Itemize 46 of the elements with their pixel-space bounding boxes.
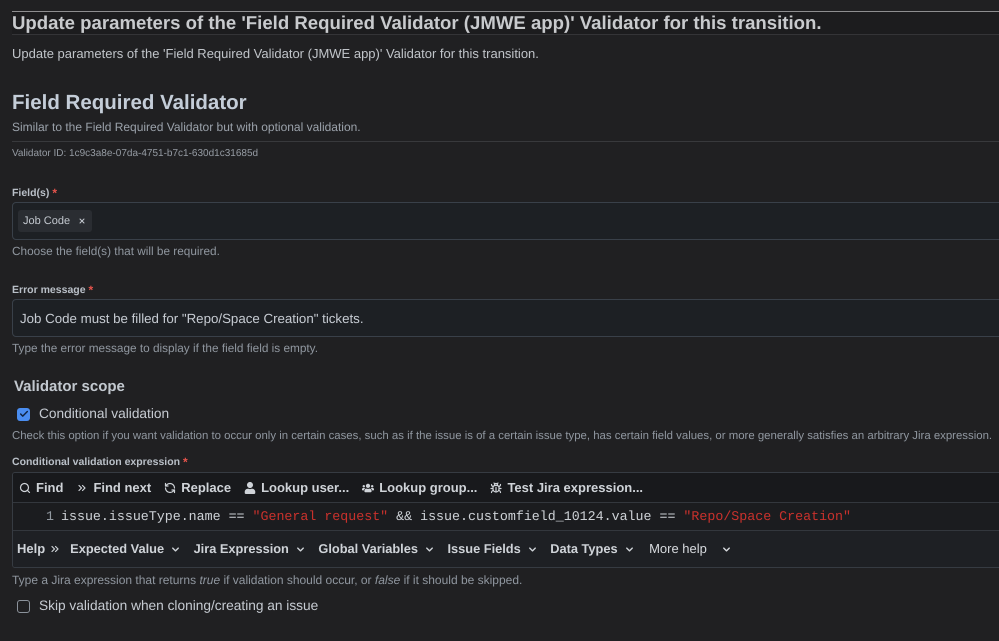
chevrons-right-icon — [49, 543, 62, 555]
checkbox[interactable] — [17, 600, 30, 612]
required-mark: * — [52, 186, 58, 200]
error-message-input[interactable]: Job Code must be filled for "Repo/Space Creation" tickets. — [12, 299, 999, 337]
validator-title: Field Required Validator — [12, 90, 248, 116]
replace-button[interactable]: Replace — [164, 480, 232, 496]
person-icon — [244, 482, 256, 494]
menu-dropdown[interactable]: Jira Expression — [194, 539, 306, 559]
code-line[interactable]: issue.issueType.name == "General request" && issue.customfield_10124.value == "Repo/Space Creation" — [61, 506, 851, 526]
required-mark: * — [183, 455, 188, 469]
lookup-user-button[interactable]: Lookup user... — [244, 480, 350, 496]
check-icon — [18, 409, 28, 419]
search-icon — [19, 482, 31, 494]
checkbox[interactable] — [17, 408, 30, 420]
rotate-arrows-icon — [164, 482, 176, 494]
help-text: Type the error message to display if the field field is empty. — [12, 341, 319, 355]
validator-description: Similar to the Field Required Validator but with optional validation. — [12, 119, 362, 135]
field-label: Conditional validation expression — [12, 455, 180, 469]
help-text: Type a Jira expression that returns true if validation should occur, or false if it should be skipped. — [12, 573, 524, 587]
help-text: Choose the field(s) that will be required. — [12, 244, 221, 258]
menu-dropdown[interactable]: Data Types — [550, 539, 635, 559]
fields-select[interactable]: Job Code — [12, 202, 999, 240]
dialog-subtitle: Update parameters of the 'Field Required Validator (JMWE app)' Validator for this transition. — [12, 46, 540, 62]
menu-dropdown[interactable]: Issue Fields — [447, 539, 538, 559]
test-expression-button[interactable]: Test Jira expression... — [490, 480, 644, 496]
line-number: 1 — [45, 508, 54, 526]
required-mark: * — [88, 283, 94, 297]
field-label: Field(s) — [12, 186, 50, 200]
more-help-dropdown[interactable]: More help — [649, 539, 732, 559]
menu-dropdown[interactable]: Global Variables — [318, 539, 435, 559]
help-text: Check this option if you want validation to occur only in certain cases, such as if the issue is of a certain issue type, has certain field values, or more generally satisfies an arbitrary Jira expression. — [12, 429, 994, 443]
chip-label: Job Code — [23, 214, 70, 229]
section-title: Validator scope — [14, 377, 126, 397]
checkbox-label[interactable]: Conditional validation — [39, 405, 170, 423]
remove-icon[interactable] — [78, 217, 86, 225]
find-button[interactable]: Find — [19, 480, 64, 496]
validator-id: Validator ID: 1c9c3a8e-07da-4751-b7c1-630d1c31685d — [12, 147, 260, 161]
help-label: Help — [17, 540, 46, 558]
people-icon — [362, 482, 374, 494]
field-label: Error message — [12, 283, 86, 297]
menu-dropdown[interactable]: Expected Value — [70, 539, 182, 559]
bug-icon — [490, 482, 502, 494]
lookup-group-button[interactable]: Lookup group... — [362, 480, 478, 496]
find-next-button[interactable]: Find next — [76, 480, 152, 496]
checkbox-label[interactable]: Skip validation when cloning/creating an issue — [39, 598, 318, 614]
dialog-title: Update parameters of the 'Field Required Validator (JMWE app)' Validator for this transition. — [12, 12, 999, 35]
